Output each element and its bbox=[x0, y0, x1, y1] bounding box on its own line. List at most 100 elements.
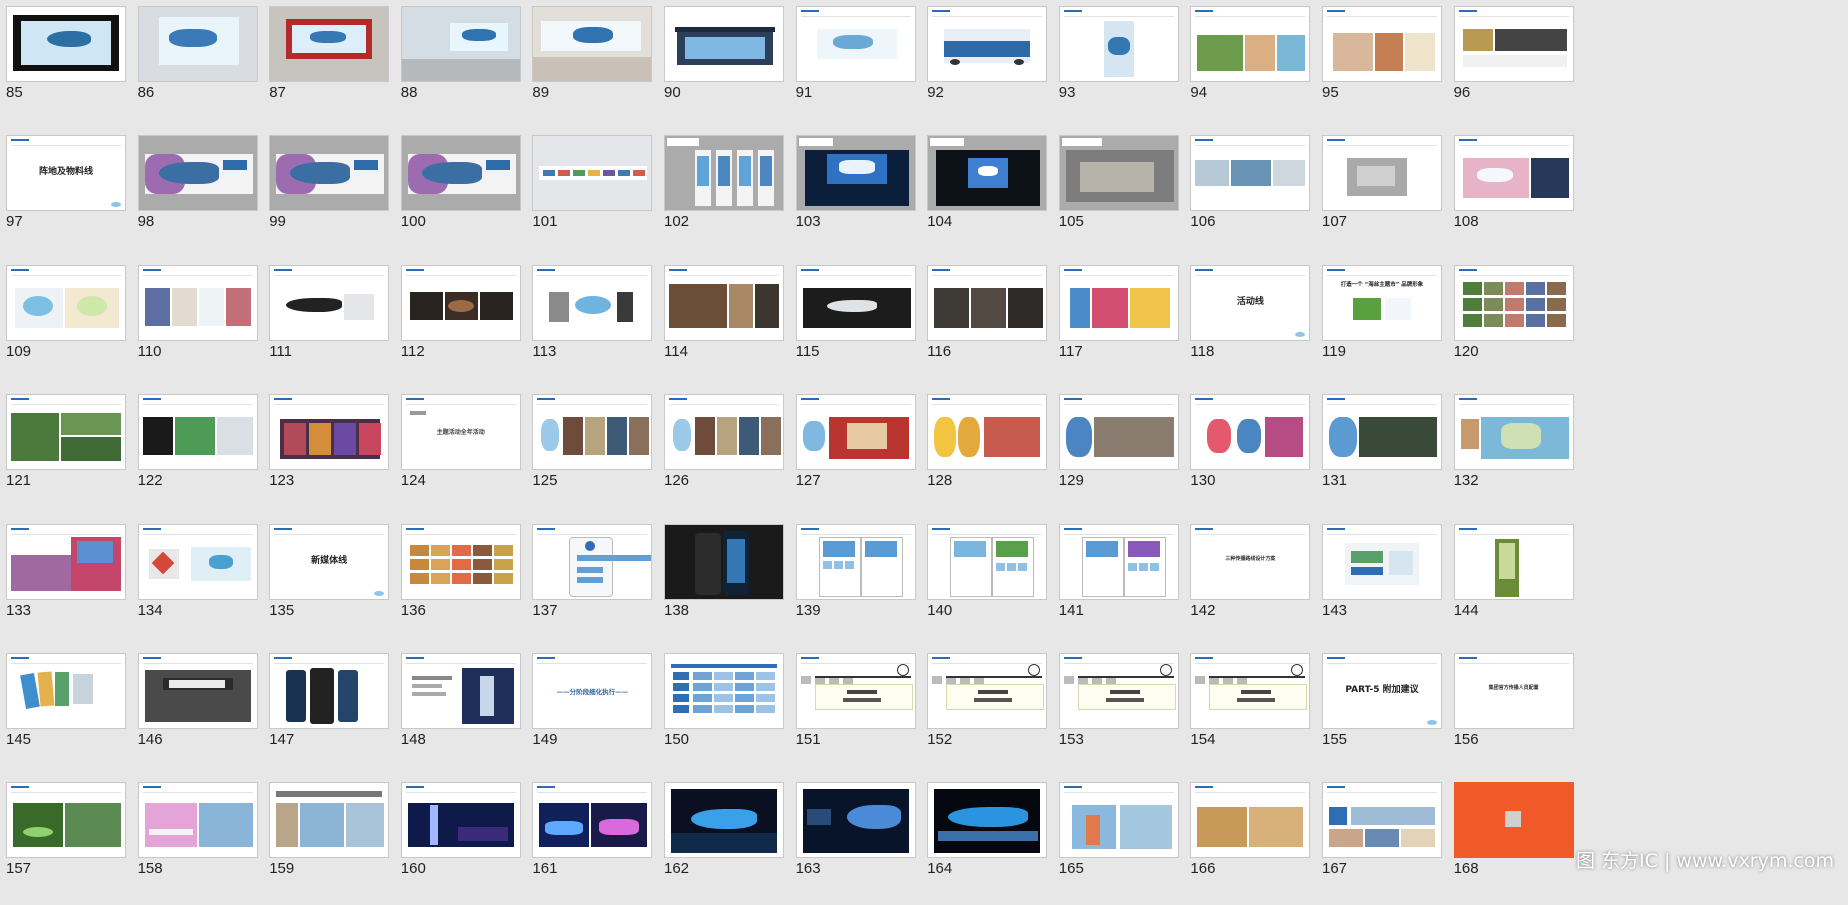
slide-thumbnail[interactable] bbox=[1058, 6, 1179, 82]
slide-thumbnail[interactable] bbox=[664, 653, 784, 729]
slide-thumbnail[interactable] bbox=[400, 6, 521, 82]
slide-thumbnail[interactable] bbox=[269, 264, 390, 341]
slide-thumbnail[interactable]: ——分阶段细化执行—— bbox=[532, 653, 653, 729]
slide-thumbnail[interactable] bbox=[795, 6, 916, 82]
slide-thumbnail[interactable] bbox=[400, 264, 521, 341]
slide-thumbnail[interactable] bbox=[1322, 523, 1442, 600]
slide-thumbnail[interactable] bbox=[137, 135, 258, 212]
slide-thumbnail[interactable] bbox=[532, 6, 653, 82]
slide-thumbnail[interactable] bbox=[664, 782, 784, 859]
slide-thumbnail[interactable] bbox=[1453, 782, 1574, 859]
slide-168[interactable]: 168 bbox=[1448, 776, 1604, 905]
slide-number: 116 bbox=[927, 342, 952, 360]
slide-number: 132 bbox=[1453, 472, 1479, 490]
slide-thumbnail[interactable] bbox=[137, 6, 258, 82]
slide-thumbnail[interactable] bbox=[1453, 264, 1574, 341]
slide-thumbnail[interactable] bbox=[1058, 264, 1179, 341]
slide-thumbnail[interactable] bbox=[532, 264, 653, 341]
slide-thumbnail[interactable]: 新媒体线 bbox=[269, 523, 390, 600]
slide-thumbnail[interactable] bbox=[1453, 523, 1574, 600]
slide-thumbnail[interactable] bbox=[269, 394, 390, 471]
slide-thumbnail[interactable] bbox=[137, 653, 258, 729]
slide-thumbnail[interactable] bbox=[1322, 782, 1442, 859]
slide-96[interactable]: 96 bbox=[1448, 0, 1604, 129]
slide-thumbnail[interactable]: 集团官方传播人员配置 bbox=[1453, 653, 1574, 729]
slide-number: 129 bbox=[1058, 472, 1084, 490]
slide-thumbnail[interactable] bbox=[137, 782, 258, 859]
slide-thumbnail[interactable] bbox=[269, 653, 390, 729]
slide-thumbnail[interactable] bbox=[6, 782, 126, 859]
slide-thumbnail[interactable] bbox=[400, 135, 521, 212]
slide-thumbnail[interactable] bbox=[400, 782, 521, 859]
slide-thumbnail[interactable] bbox=[532, 523, 653, 600]
slide-thumbnail[interactable]: 阵地及物料线 bbox=[6, 135, 126, 212]
slide-thumbnail[interactable] bbox=[1453, 6, 1574, 82]
slide-number: 127 bbox=[795, 472, 821, 490]
slide-thumbnail[interactable] bbox=[664, 523, 784, 600]
slide-thumbnail[interactable] bbox=[6, 523, 126, 600]
slide-number: 140 bbox=[927, 601, 953, 619]
slide-thumbnail[interactable] bbox=[532, 782, 653, 859]
slide-number: 88 bbox=[400, 84, 418, 101]
slide-thumbnail[interactable] bbox=[1190, 6, 1311, 82]
slide-number: 108 bbox=[1453, 213, 1479, 231]
slide-thumbnail[interactable]: 打造一个 “海丝主题市” 品牌形象 bbox=[1322, 264, 1442, 341]
slide-144[interactable]: 144 bbox=[1448, 518, 1604, 647]
slide-thumbnail[interactable] bbox=[137, 394, 258, 471]
slide-thumbnail[interactable] bbox=[137, 523, 258, 600]
slide-thumbnail[interactable] bbox=[795, 523, 916, 600]
slide-thumbnail[interactable]: 主题活动全年活动 bbox=[400, 394, 521, 471]
slide-thumbnail[interactable] bbox=[664, 264, 784, 341]
slide-thumbnail[interactable] bbox=[269, 782, 390, 859]
slide-thumbnail[interactable] bbox=[664, 6, 784, 82]
slide-thumbnail[interactable] bbox=[1322, 394, 1442, 471]
slide-thumbnail[interactable] bbox=[6, 653, 126, 729]
slide-thumbnail[interactable] bbox=[532, 394, 653, 471]
slide-thumbnail[interactable] bbox=[1190, 653, 1311, 729]
slide-thumbnail[interactable] bbox=[795, 782, 916, 859]
slide-132[interactable]: 132 bbox=[1448, 388, 1604, 517]
slide-thumbnail[interactable] bbox=[1058, 523, 1179, 600]
slide-thumbnail[interactable] bbox=[927, 523, 1048, 600]
slide-number: 164 bbox=[927, 860, 953, 878]
slide-thumbnail[interactable] bbox=[1190, 135, 1311, 212]
slide-thumbnail[interactable] bbox=[6, 394, 126, 471]
slide-thumbnail[interactable]: PART-5 附加建议 bbox=[1322, 653, 1442, 729]
slide-thumbnail[interactable]: 活动线 bbox=[1190, 264, 1311, 341]
slide-120[interactable]: 120 bbox=[1448, 259, 1604, 388]
slide-thumbnail[interactable] bbox=[1058, 135, 1179, 212]
slide-thumbnail[interactable] bbox=[1453, 135, 1574, 212]
slide-thumbnail[interactable] bbox=[532, 135, 653, 212]
slide-thumbnail[interactable] bbox=[137, 264, 258, 341]
slide-thumbnail[interactable] bbox=[664, 135, 784, 212]
slide-thumbnail[interactable] bbox=[664, 394, 784, 471]
slide-108[interactable]: 108 bbox=[1448, 129, 1604, 258]
slide-156[interactable]: 集团官方传播人员配置 156 bbox=[1448, 647, 1604, 776]
slide-thumbnail[interactable] bbox=[927, 394, 1048, 471]
slide-thumbnail[interactable] bbox=[1058, 653, 1179, 729]
slide-thumbnail[interactable] bbox=[1453, 394, 1574, 471]
slide-thumbnail[interactable] bbox=[795, 264, 916, 341]
slide-thumbnail[interactable]: 三种传播路线设计方案 bbox=[1190, 523, 1311, 600]
slide-thumbnail[interactable] bbox=[927, 264, 1048, 341]
slide-thumbnail[interactable] bbox=[1190, 782, 1311, 859]
slide-thumbnail[interactable] bbox=[269, 6, 390, 82]
slide-thumbnail[interactable] bbox=[795, 394, 916, 471]
slide-thumbnail[interactable] bbox=[927, 135, 1048, 212]
slide-thumbnail[interactable] bbox=[1322, 135, 1442, 212]
slide-thumbnail[interactable] bbox=[927, 782, 1048, 859]
slide-thumbnail[interactable] bbox=[400, 523, 521, 600]
slide-thumbnail[interactable] bbox=[927, 6, 1048, 82]
slide-thumbnail[interactable] bbox=[6, 6, 126, 82]
slide-thumbnail[interactable] bbox=[1058, 394, 1179, 471]
slide-thumbnail[interactable] bbox=[927, 653, 1048, 729]
slide-thumbnail[interactable] bbox=[1322, 6, 1442, 82]
slide-thumbnail[interactable] bbox=[795, 135, 916, 212]
slide-thumbnail[interactable] bbox=[269, 135, 390, 212]
slide-thumbnail[interactable] bbox=[795, 653, 916, 729]
slide-thumbnail[interactable] bbox=[1190, 394, 1311, 471]
slide-number: 117 bbox=[1058, 342, 1083, 360]
slide-thumbnail[interactable] bbox=[6, 264, 126, 341]
slide-thumbnail[interactable] bbox=[400, 653, 521, 729]
slide-thumbnail[interactable] bbox=[1058, 782, 1179, 859]
